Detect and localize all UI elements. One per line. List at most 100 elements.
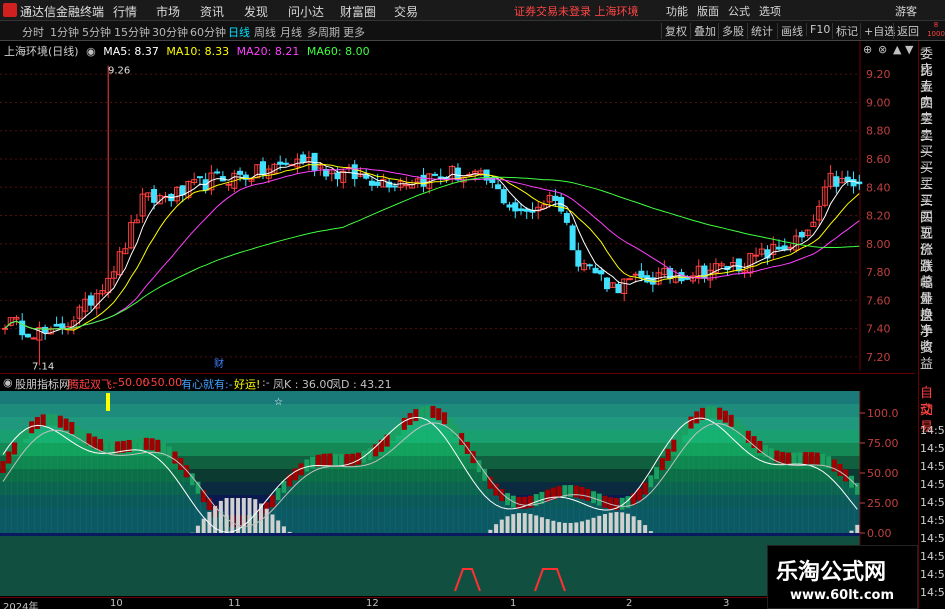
stock-name[interactable]: 上海环境(日线) [4, 45, 79, 58]
indicator-fill [682, 435, 689, 533]
indicator-bar [814, 452, 820, 465]
menu-function[interactable]: 功能 [666, 3, 688, 19]
menu-layout[interactable]: 版面 [697, 3, 719, 19]
trade-time: 14:56 [920, 496, 945, 509]
candle-body [2, 327, 8, 330]
indicator-fill [481, 480, 488, 533]
candle-body [42, 326, 49, 333]
indicator-bar [413, 409, 419, 422]
volume-bar [264, 508, 269, 533]
indicator-fill [131, 450, 138, 533]
menu-formula[interactable]: 公式 [728, 3, 750, 19]
menu-market[interactable]: 市场 [156, 3, 180, 20]
indicator-fill [796, 464, 803, 533]
indicator-fill [808, 464, 815, 533]
up-arrow-icon[interactable]: ▲ [893, 43, 901, 56]
volume-bar [608, 512, 613, 533]
indicator-fill [309, 468, 316, 533]
indicator-fill [154, 451, 161, 533]
multi-stock-button[interactable]: 多股 [718, 23, 747, 39]
indicator-fill [699, 419, 706, 533]
collapse-icon[interactable]: ⊗ [878, 43, 887, 56]
ma60-label: MA60: 8.00 [306, 45, 370, 58]
peak-signal-marker [106, 393, 110, 411]
guest-button[interactable]: 游客 [895, 3, 917, 19]
mark-button[interactable]: 标记 [832, 23, 861, 39]
ma-toggle-icon[interactable]: ◉ [86, 45, 96, 58]
candle-body [282, 162, 289, 165]
indicator-fill [814, 464, 821, 533]
volume-bar [201, 518, 206, 533]
candle-body [632, 273, 639, 276]
price-tick-label: 8.80 [866, 125, 891, 138]
indicator-bar [837, 463, 843, 476]
overlay-button[interactable]: 叠加 [690, 23, 719, 39]
f10-button[interactable]: F10 [806, 23, 833, 36]
indicator-fill [785, 464, 792, 533]
menu-trade[interactable]: 交易 [394, 3, 418, 20]
indicator-toggle-icon[interactable]: ◉ [3, 376, 13, 389]
menu-wealth-circle[interactable]: 财富圈 [340, 3, 376, 20]
draw-line-button[interactable]: 画线 [777, 23, 806, 39]
volume-bar [505, 516, 510, 533]
indicator-fill [321, 465, 328, 533]
indicator-fill [40, 426, 47, 533]
candle-body [678, 272, 685, 282]
indicator-bar [441, 412, 447, 425]
indicator-fill [51, 425, 58, 533]
indicator-name[interactable]: 股朋指标网 [15, 376, 70, 392]
indicator-fill [745, 442, 752, 533]
tab-5min[interactable]: 5分钟 [82, 24, 111, 40]
indicator-bar [808, 452, 814, 465]
indicator-bar [419, 406, 425, 419]
menu-market-quotes[interactable]: 行情 [113, 3, 137, 20]
login-status[interactable]: 证券交易未登录 上海环境 [514, 3, 639, 19]
volume-bar [551, 520, 556, 533]
tab-30min[interactable]: 30分钟 [152, 24, 188, 40]
menu-ask[interactable]: 问小达 [288, 3, 324, 20]
menu-options[interactable]: 选项 [759, 3, 781, 19]
candle-body [563, 213, 570, 223]
tab-timeshare[interactable]: 分时 [22, 24, 44, 40]
tab-monthly[interactable]: 月线 [280, 24, 302, 40]
tab-15min[interactable]: 15分钟 [114, 24, 150, 40]
indicator-bar [430, 405, 436, 418]
candle-body [24, 333, 31, 338]
down-arrow-icon[interactable]: ▼ [905, 43, 913, 56]
indicator-bar [138, 438, 144, 451]
indicator-fill [183, 477, 190, 533]
candle-body [374, 181, 381, 186]
tab-daily[interactable]: 日线 [228, 24, 250, 40]
price-tick-label: 8.40 [866, 181, 891, 194]
indicator-fill [791, 464, 798, 533]
kline-chart[interactable]: 9.20 9.00 8.80 8.60 8.40 8.20 8.00 7.80 7.60 7.40… [0, 41, 915, 371]
menu-discover[interactable]: 发现 [244, 3, 268, 20]
tab-multi-period[interactable]: 多周期 [307, 24, 340, 40]
indicator-bar [648, 475, 654, 488]
back-button[interactable]: 返回 [893, 23, 922, 39]
price-tick-label: 9.20 [866, 68, 891, 81]
menu-news[interactable]: 资讯 [200, 3, 224, 20]
volume-bar [568, 522, 573, 533]
adjust-button[interactable]: 复权 [661, 23, 690, 39]
indicator-bar [659, 458, 665, 471]
indicator-fill [338, 465, 345, 533]
indicator-bar [321, 453, 327, 466]
tab-weekly[interactable]: 周线 [254, 24, 276, 40]
param-sep: :- [262, 376, 270, 389]
tab-60min[interactable]: 60分钟 [190, 24, 226, 40]
statistics-button[interactable]: 统计 [747, 23, 776, 39]
indicator-bar [803, 452, 809, 465]
candle-body [300, 154, 307, 163]
tab-1min[interactable]: 1分钟 [50, 24, 79, 40]
expand-icon[interactable]: ⊕ [863, 43, 872, 56]
indicator-bar [57, 415, 63, 428]
price-tick-label: 7.80 [866, 266, 891, 279]
indicator-fill [670, 451, 677, 533]
candle-body [575, 250, 582, 267]
candle-body [30, 337, 37, 340]
indicator-fill [22, 439, 29, 533]
watermark-url: www.60lt.com [790, 588, 895, 603]
candle-body [420, 174, 427, 187]
tab-more[interactable]: 更多 [343, 24, 365, 40]
